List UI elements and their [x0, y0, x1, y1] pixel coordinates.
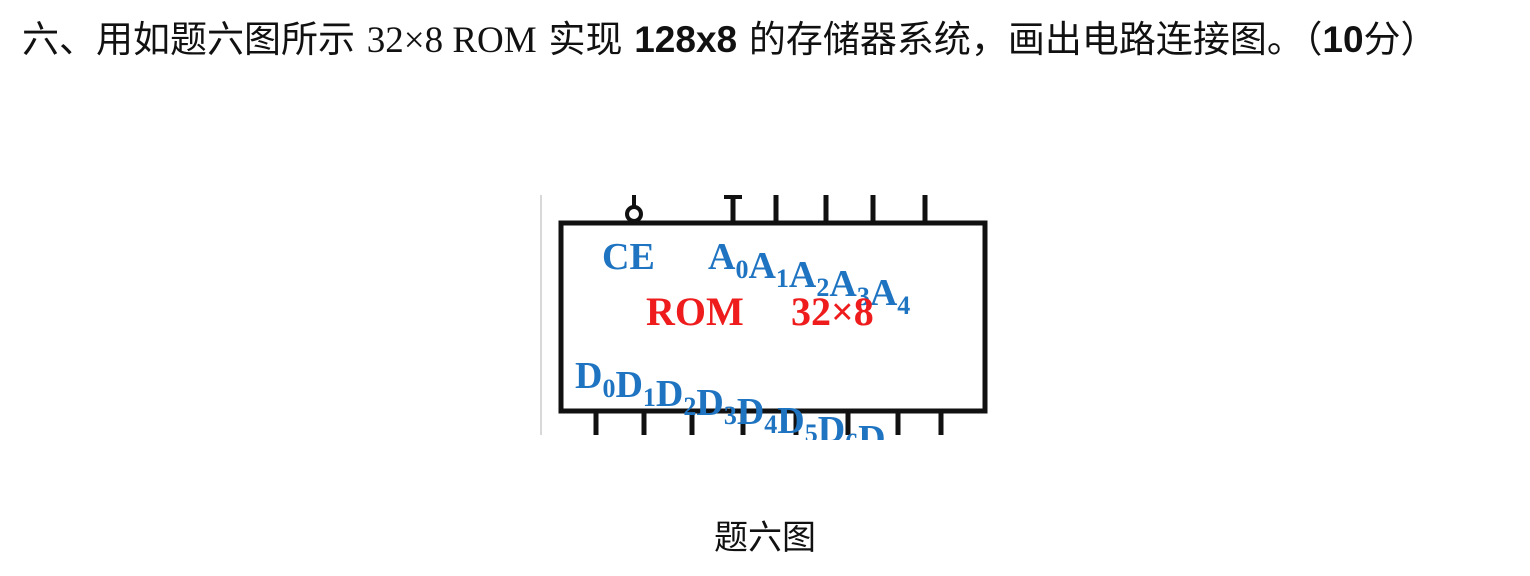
data-label-subscript: 4 [764, 410, 777, 439]
data-label-letter: D [615, 364, 642, 406]
data-label-letter: D [818, 409, 845, 440]
data-label-subscript: 5 [805, 419, 818, 440]
question-part: 六、用如题六图所示 [22, 18, 367, 61]
question-part: 的存储器系统，画出电路连接图。（ [737, 18, 1323, 61]
data-label-subscript: 7 [886, 437, 899, 440]
address-label-letter: A [708, 236, 736, 278]
data-label-letter: D [777, 400, 804, 440]
question-part: 分） [1363, 18, 1438, 61]
data-label-subscript: 0 [602, 374, 615, 403]
chip-title: ROM [646, 289, 744, 334]
figure-caption: 题六图 [714, 518, 816, 558]
ce-inversion-bubble [625, 205, 643, 223]
data-label-subscript: 3 [724, 401, 737, 430]
question-chip-spec: 32×8 ROM [366, 20, 537, 61]
address-pins [724, 195, 928, 221]
address-label-subscript: 1 [776, 264, 789, 293]
question-part: 实现 [536, 18, 635, 61]
question-target-size: 128x8 [634, 19, 738, 60]
address-label-subscript: 0 [735, 255, 748, 284]
data-label-letter: D [575, 355, 602, 397]
address-label-subscript: 4 [897, 291, 910, 320]
ce-label: CE [602, 236, 655, 278]
rom-chip-diagram: CE A0A1A2A3A4 ROM 32×8 D0D1D2D3D4D5D6D7 [540, 195, 988, 440]
question-score: 10 [1322, 19, 1364, 60]
data-label-letter: D [656, 373, 683, 415]
data-label-subscript: 1 [643, 383, 656, 412]
data-label-subscript: 6 [845, 428, 858, 440]
data-label-subscript: 2 [683, 392, 696, 421]
chip-size: 32×8 [791, 289, 874, 334]
data-label-letter: D [737, 391, 764, 433]
data-label-letter: D [696, 382, 723, 424]
ce-pin [625, 195, 643, 223]
data-label-letter: D [858, 418, 885, 440]
address-label-letter: A [870, 272, 898, 314]
question-text: 六、用如题六图所示 32×8 ROM 实现 128x8 的存储器系统，画出电路连… [22, 14, 1512, 67]
address-label-letter: A [748, 245, 776, 287]
